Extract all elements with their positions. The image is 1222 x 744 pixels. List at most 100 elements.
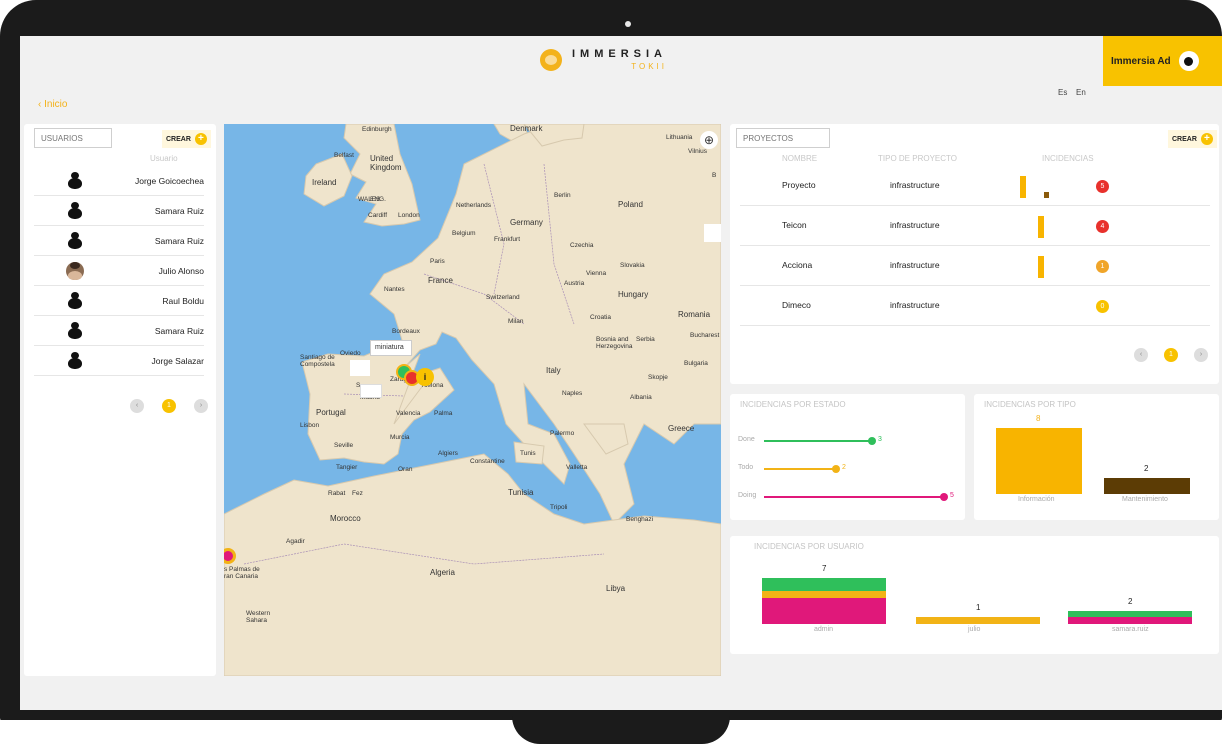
- tipo-bar[interactable]: [1104, 477, 1190, 494]
- tipo-bar[interactable]: [996, 428, 1082, 494]
- map-label-tunisia: Tunisia: [508, 488, 534, 497]
- map-label-austria: Austria: [564, 280, 585, 287]
- user-menu[interactable]: Immersia Ad: [1103, 36, 1222, 86]
- user-row[interactable]: Raul Boldu: [34, 286, 204, 316]
- projects-current-page[interactable]: 1: [1164, 348, 1178, 362]
- col-header-incidents[interactable]: INCIDENCIAS: [1042, 154, 1094, 163]
- map-label-tunis: Tunis: [520, 450, 536, 457]
- col-header-name[interactable]: NOMBRE: [782, 154, 817, 163]
- map-thumbnail-icon-2[interactable]: [360, 384, 382, 398]
- usuario-bar-segment-done[interactable]: [762, 577, 886, 591]
- map-label-constantine: Constantine: [470, 458, 505, 465]
- project-row[interactable]: Dimeco infrastructure 0: [740, 286, 1210, 326]
- map-label-france: France: [428, 276, 453, 285]
- usuario-total-label: 1: [976, 603, 981, 613]
- map-thumbnail-right[interactable]: [704, 224, 721, 242]
- user-name: Julio Alonso: [158, 265, 204, 276]
- user-name: Samara Ruiz: [154, 325, 204, 336]
- usuario-chart-panel: INCIDENCIAS POR USUARIO 7 admin 1 julio 2 sam…: [730, 536, 1219, 654]
- usuario-bar-segment-todo[interactable]: [916, 617, 1040, 624]
- user-row[interactable]: Samara Ruiz: [34, 196, 204, 226]
- tipo-value-label: 2: [1144, 463, 1149, 473]
- map-label-benghazi: Benghazi: [626, 516, 654, 523]
- create-project-button[interactable]: CREAR +: [1168, 130, 1217, 148]
- map-label-poland: Poland: [618, 200, 643, 209]
- tipo-category-label: Información: [1018, 496, 1055, 503]
- map-label-eng: ENG.: [370, 196, 386, 203]
- user-row[interactable]: Samara Ruiz: [34, 226, 204, 256]
- map-thumbnail-icon[interactable]: [350, 360, 370, 376]
- incident-count-badge[interactable]: 0: [1096, 300, 1109, 313]
- map-label-united-kingdom: United Kingdom: [370, 154, 402, 172]
- projects-prev-page-button[interactable]: ‹: [1134, 348, 1148, 362]
- usuario-bar-segment-done[interactable]: [1068, 610, 1192, 618]
- project-type: infrastructure: [890, 220, 940, 230]
- laptop-frame: IMMERSIA TOKII Es En Immersia Ad ‹ Inici…: [0, 0, 1222, 722]
- map-label-italy: Italy: [546, 366, 561, 375]
- app-logo[interactable]: IMMERSIA TOKII: [540, 48, 667, 71]
- incident-count-badge[interactable]: 5: [1096, 180, 1109, 193]
- map-popup-thumbnail[interactable]: miniatura: [370, 340, 412, 356]
- projects-search-input[interactable]: [736, 128, 830, 148]
- create-project-label: CREAR: [1172, 135, 1197, 143]
- usuario-category-label: samara.ruiz: [1112, 626, 1149, 633]
- users-next-page-button[interactable]: ›: [194, 399, 208, 413]
- user-row[interactable]: Samara Ruiz: [34, 316, 204, 346]
- estado-value-label: 5: [950, 492, 954, 499]
- lang-en[interactable]: En: [1076, 88, 1086, 97]
- users-prev-page-button[interactable]: ‹: [130, 399, 144, 413]
- project-row[interactable]: Proyecto infrastructure 5: [740, 166, 1210, 206]
- estado-bar-end[interactable]: [940, 493, 948, 501]
- map-label-lisbon: Lisbon: [300, 422, 320, 429]
- incident-count-badge[interactable]: 1: [1096, 260, 1109, 273]
- map-label-b: B: [712, 172, 717, 179]
- usuario-bar-segment-todo[interactable]: [762, 591, 886, 598]
- estado-category-label: Done: [738, 436, 755, 443]
- col-header-type[interactable]: TIPO DE PROYECTO: [878, 154, 957, 163]
- back-link[interactable]: ‹ Inicio: [38, 99, 67, 110]
- map-label-ireland: Ireland: [312, 178, 337, 187]
- map-label-bordeaux: Bordeaux: [392, 328, 420, 335]
- project-row[interactable]: Acciona infrastructure 1: [740, 246, 1210, 286]
- map-label-oran: Oran: [398, 466, 413, 473]
- project-name: Proyecto: [782, 180, 816, 190]
- users-panel: CREAR + Usuario Jorge Goicoechea Samara R…: [24, 124, 216, 676]
- map-view[interactable]: Edinburgh Belfast United Kingdom Ireland WAL…: [224, 124, 721, 676]
- map-label-belgium: Belgium: [452, 230, 476, 237]
- map-label-algiers: Algiers: [438, 450, 458, 457]
- usuario-total-label: 2: [1128, 596, 1133, 606]
- tipo-category-label: Mantenimiento: [1122, 496, 1168, 503]
- map-label-germany: Germany: [510, 218, 543, 227]
- project-row[interactable]: Teicon infrastructure 4: [740, 206, 1210, 246]
- user-row[interactable]: Jorge Goicoechea: [34, 166, 204, 196]
- users-current-page[interactable]: 1: [162, 399, 176, 413]
- map-label-rabat: Rabat: [328, 490, 346, 497]
- user-row[interactable]: Jorge Salazar: [34, 346, 204, 376]
- locate-icon[interactable]: ⊕: [700, 131, 718, 149]
- usuario-category-label: julio: [968, 626, 981, 633]
- projects-next-page-button[interactable]: ›: [1194, 348, 1208, 362]
- logo-subtitle: TOKII: [631, 62, 667, 71]
- usuario-bar-segment-doing[interactable]: [1068, 617, 1192, 624]
- map-label-frankfurt: Frankfurt: [494, 236, 521, 243]
- create-user-button[interactable]: CREAR +: [162, 130, 211, 148]
- user-avatar-icon: [66, 291, 84, 310]
- estado-chart-panel: INCIDENCIAS POR ESTADO Done 3 Todo 2 Doing 5: [730, 394, 965, 520]
- map-label-serbia: Serbia: [636, 336, 655, 343]
- user-row[interactable]: Julio Alonso: [34, 256, 204, 286]
- users-search-input[interactable]: [34, 128, 112, 148]
- estado-bar-end[interactable]: [868, 437, 876, 445]
- user-avatar-icon: [66, 201, 84, 220]
- map-label-albania: Albania: [630, 394, 652, 401]
- map-label-las-palmas: s Palmas de ran Canaria: [224, 566, 260, 580]
- user-name: Immersia Ad: [1111, 55, 1171, 67]
- map-label-lithuania: Lithuania: [666, 134, 693, 141]
- lang-es[interactable]: Es: [1058, 88, 1067, 97]
- estado-bar-end[interactable]: [832, 465, 840, 473]
- user-avatar-icon: [66, 261, 84, 280]
- user-avatar-icon: [66, 321, 84, 340]
- usuario-bar-segment-doing[interactable]: [762, 597, 886, 624]
- incident-count-badge[interactable]: 4: [1096, 220, 1109, 233]
- map-label-portugal: Portugal: [316, 408, 346, 417]
- map-info-marker[interactable]: i: [416, 368, 434, 386]
